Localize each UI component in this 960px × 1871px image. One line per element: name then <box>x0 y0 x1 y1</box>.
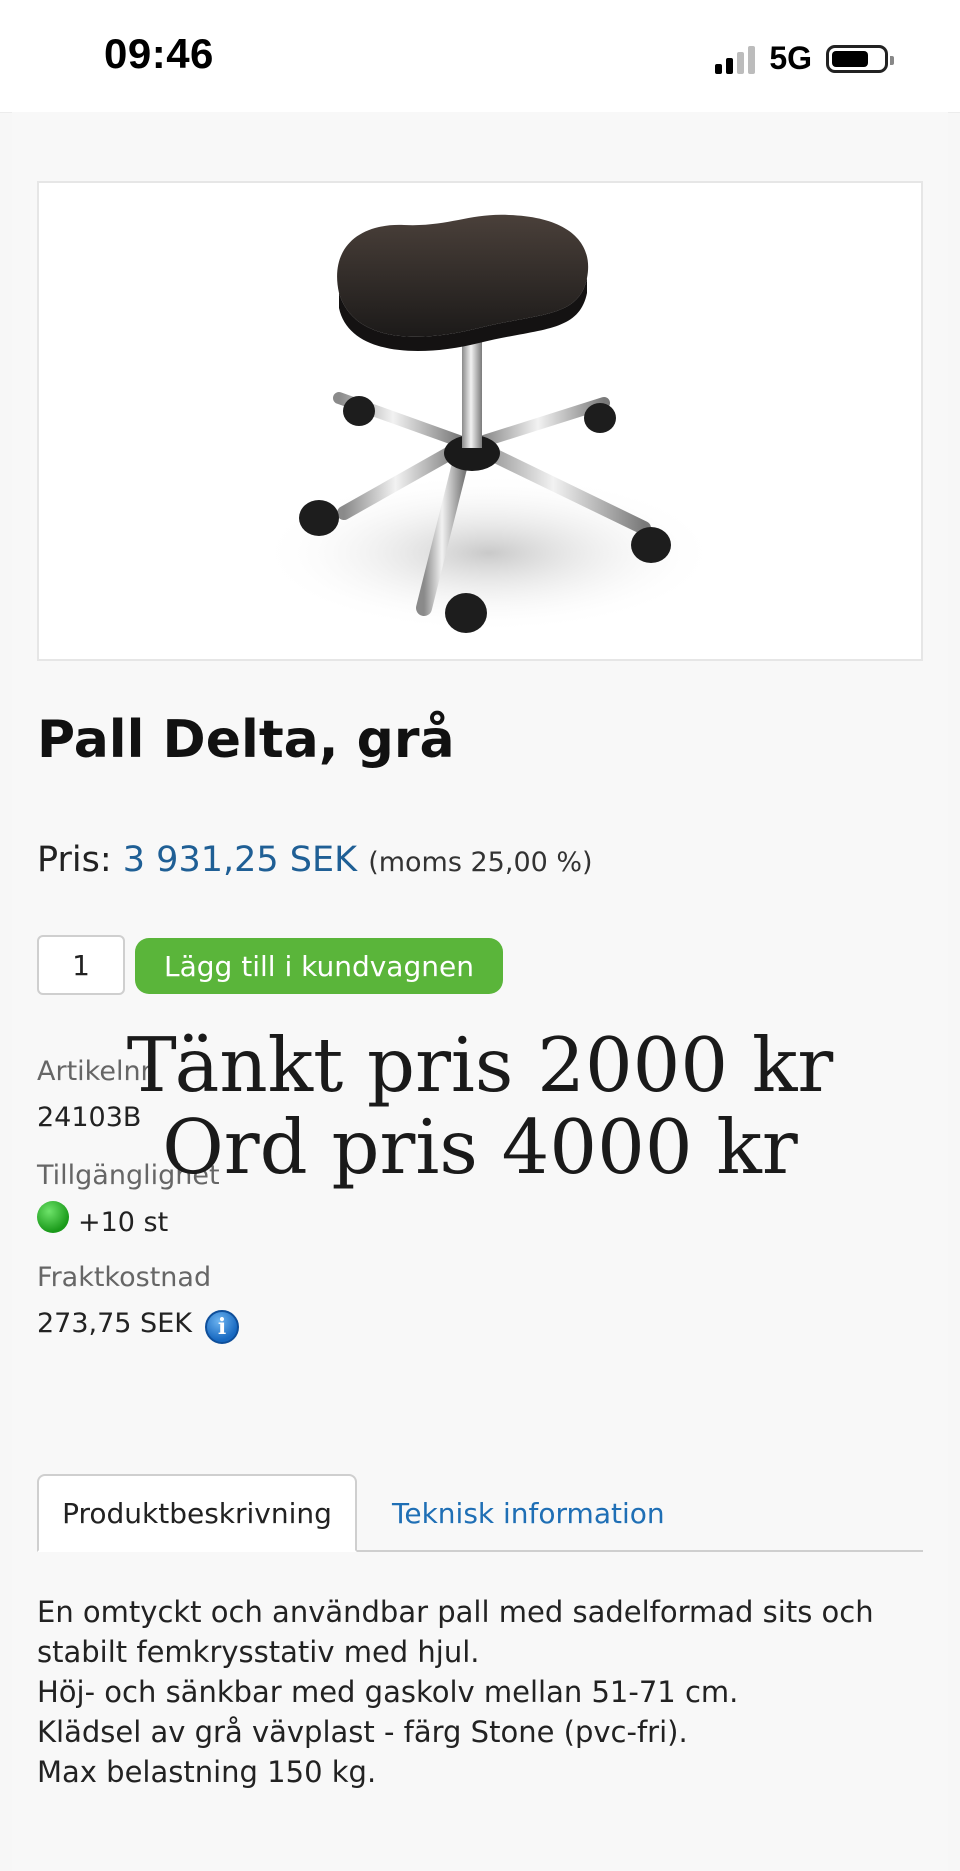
product-description: En omtyckt och användbar pall med sadelf… <box>37 1592 927 1792</box>
price-row: Pris: 3 931,25 SEK (moms 25,00 %) <box>37 840 593 880</box>
tab-technical-information[interactable]: Teknisk information <box>392 1474 665 1552</box>
description-line: Höj- och sänkbar med gaskolv mellan 51-7… <box>37 1675 739 1709</box>
status-bar: 09:46 5G <box>0 0 960 113</box>
product-title: Pall Delta, grå <box>37 710 455 770</box>
price-value: 3 931,25 SEK <box>122 840 358 880</box>
status-time: 09:46 <box>104 30 214 77</box>
info-icon[interactable]: i <box>205 1310 239 1344</box>
availability-status-icon <box>37 1201 69 1233</box>
price-label: Pris: <box>37 840 112 880</box>
availability-value: +10 st <box>78 1207 169 1238</box>
availability-label: Tillgänglighet <box>37 1160 220 1191</box>
description-line: Klädsel av grå vävplast - färg Stone (pv… <box>37 1715 688 1749</box>
freight-cost-label: Fraktkostnad <box>37 1262 212 1293</box>
tab-product-description[interactable]: Produktbeskrivning <box>37 1474 357 1552</box>
vat-text: (moms 25,00 %) <box>368 847 593 878</box>
status-indicators: 5G <box>715 40 894 77</box>
description-line: En omtyckt och användbar pall med sadelf… <box>37 1595 874 1629</box>
product-image[interactable] <box>37 181 923 661</box>
article-number-label: Artikelnr <box>37 1056 152 1087</box>
article-number-value: 24103B <box>37 1102 142 1133</box>
network-type: 5G <box>769 40 812 76</box>
product-tabs: Produktbeskrivning Teknisk information <box>37 1474 923 1552</box>
cellular-signal-icon <box>715 44 756 74</box>
quantity-input[interactable] <box>37 935 125 995</box>
freight-cost-value: 273,75 SEK <box>37 1308 192 1339</box>
description-line: Max belastning 150 kg. <box>37 1755 377 1789</box>
battery-icon <box>826 44 894 73</box>
stool-illustration <box>259 214 719 633</box>
add-to-cart-button[interactable]: Lägg till i kundvagnen <box>135 938 503 994</box>
description-line: stabilt femkrysstativ med hjul. <box>37 1635 480 1669</box>
